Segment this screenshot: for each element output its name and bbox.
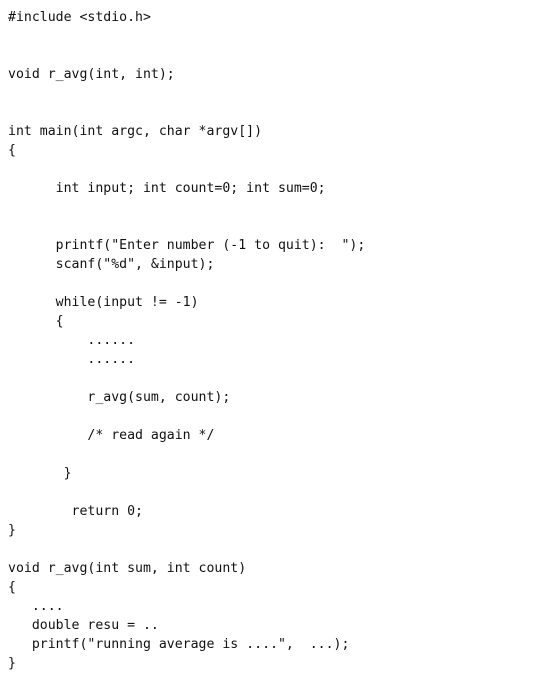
code-line: { (8, 314, 64, 329)
code-line: r_avg(sum, count); (8, 390, 231, 405)
code-line: return 0; (8, 504, 143, 519)
code-line: .... (8, 599, 64, 614)
code-line: scanf("%d", &input); (8, 257, 215, 272)
code-line: printf("running average is ....", ...); (8, 637, 350, 652)
code-line: } (8, 656, 16, 671)
code-line: #include <stdio.h> (8, 10, 151, 25)
code-line: int input; int count=0; int sum=0; (8, 181, 326, 196)
code-line: { (8, 580, 16, 595)
code-line: { (8, 143, 16, 158)
code-line: } (8, 523, 16, 538)
code-line: void r_avg(int sum, int count) (8, 561, 247, 576)
code-line: double resu = .. (8, 618, 159, 633)
code-line: int main(int argc, char *argv[]) (8, 124, 263, 139)
code-line: ...... (8, 352, 136, 367)
code-line: ...... (8, 333, 136, 348)
code-line: printf("Enter number (-1 to quit): "); (8, 238, 366, 253)
code-line: void r_avg(int, int); (8, 67, 175, 82)
code-line: while(input != -1) (8, 295, 199, 310)
code-listing: #include <stdio.h> void r_avg(int, int); i… (0, 0, 557, 673)
code-line: } (8, 466, 72, 481)
code-line: /* read again */ (8, 428, 215, 443)
